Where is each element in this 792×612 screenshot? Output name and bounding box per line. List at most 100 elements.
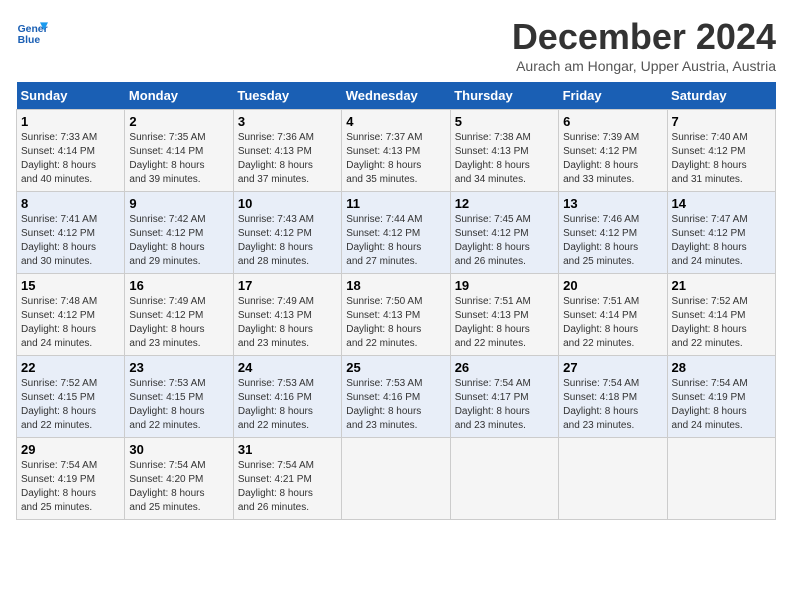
calendar-cell: 5 Sunrise: 7:38 AM Sunset: 4:13 PM Dayli…	[450, 110, 558, 192]
calendar-cell	[667, 438, 775, 520]
day-number: 19	[455, 278, 554, 293]
calendar-cell: 24 Sunrise: 7:53 AM Sunset: 4:16 PM Dayl…	[233, 356, 341, 438]
day-number: 27	[563, 360, 662, 375]
calendar-cell: 23 Sunrise: 7:53 AM Sunset: 4:15 PM Dayl…	[125, 356, 233, 438]
day-info: Sunrise: 7:38 AM Sunset: 4:13 PM Dayligh…	[455, 131, 554, 187]
day-info: Sunrise: 7:54 AM Sunset: 4:21 PM Dayligh…	[238, 459, 337, 515]
day-info: Sunrise: 7:50 AM Sunset: 4:13 PM Dayligh…	[346, 295, 445, 351]
day-number: 1	[21, 114, 120, 129]
day-number: 11	[346, 196, 445, 211]
calendar-cell: 30 Sunrise: 7:54 AM Sunset: 4:20 PM Dayl…	[125, 438, 233, 520]
logo: General Blue	[16, 16, 48, 48]
col-saturday: Saturday	[667, 82, 775, 110]
day-info: Sunrise: 7:48 AM Sunset: 4:12 PM Dayligh…	[21, 295, 120, 351]
title-section: December 2024 Aurach am Hongar, Upper Au…	[512, 16, 776, 74]
calendar-cell: 21 Sunrise: 7:52 AM Sunset: 4:14 PM Dayl…	[667, 274, 775, 356]
day-number: 4	[346, 114, 445, 129]
calendar-cell: 26 Sunrise: 7:54 AM Sunset: 4:17 PM Dayl…	[450, 356, 558, 438]
calendar-row: 1 Sunrise: 7:33 AM Sunset: 4:14 PM Dayli…	[17, 110, 776, 192]
day-number: 24	[238, 360, 337, 375]
calendar-cell	[342, 438, 450, 520]
calendar-row: 15 Sunrise: 7:48 AM Sunset: 4:12 PM Dayl…	[17, 274, 776, 356]
day-info: Sunrise: 7:36 AM Sunset: 4:13 PM Dayligh…	[238, 131, 337, 187]
day-info: Sunrise: 7:45 AM Sunset: 4:12 PM Dayligh…	[455, 213, 554, 269]
day-info: Sunrise: 7:53 AM Sunset: 4:15 PM Dayligh…	[129, 377, 228, 433]
col-sunday: Sunday	[17, 82, 125, 110]
calendar-cell: 15 Sunrise: 7:48 AM Sunset: 4:12 PM Dayl…	[17, 274, 125, 356]
day-number: 2	[129, 114, 228, 129]
day-number: 16	[129, 278, 228, 293]
day-number: 8	[21, 196, 120, 211]
calendar-cell: 29 Sunrise: 7:54 AM Sunset: 4:19 PM Dayl…	[17, 438, 125, 520]
day-info: Sunrise: 7:49 AM Sunset: 4:13 PM Dayligh…	[238, 295, 337, 351]
calendar-cell: 19 Sunrise: 7:51 AM Sunset: 4:13 PM Dayl…	[450, 274, 558, 356]
svg-text:Blue: Blue	[18, 35, 41, 46]
calendar-cell: 4 Sunrise: 7:37 AM Sunset: 4:13 PM Dayli…	[342, 110, 450, 192]
day-number: 9	[129, 196, 228, 211]
month-title: December 2024	[512, 16, 776, 58]
day-info: Sunrise: 7:52 AM Sunset: 4:14 PM Dayligh…	[672, 295, 771, 351]
col-wednesday: Wednesday	[342, 82, 450, 110]
day-number: 15	[21, 278, 120, 293]
day-number: 12	[455, 196, 554, 211]
day-info: Sunrise: 7:40 AM Sunset: 4:12 PM Dayligh…	[672, 131, 771, 187]
calendar-cell: 13 Sunrise: 7:46 AM Sunset: 4:12 PM Dayl…	[559, 192, 667, 274]
calendar-cell: 9 Sunrise: 7:42 AM Sunset: 4:12 PM Dayli…	[125, 192, 233, 274]
day-number: 18	[346, 278, 445, 293]
calendar-row: 22 Sunrise: 7:52 AM Sunset: 4:15 PM Dayl…	[17, 356, 776, 438]
calendar-row: 29 Sunrise: 7:54 AM Sunset: 4:19 PM Dayl…	[17, 438, 776, 520]
calendar-cell: 27 Sunrise: 7:54 AM Sunset: 4:18 PM Dayl…	[559, 356, 667, 438]
day-info: Sunrise: 7:53 AM Sunset: 4:16 PM Dayligh…	[238, 377, 337, 433]
day-info: Sunrise: 7:54 AM Sunset: 4:18 PM Dayligh…	[563, 377, 662, 433]
day-info: Sunrise: 7:37 AM Sunset: 4:13 PM Dayligh…	[346, 131, 445, 187]
day-info: Sunrise: 7:54 AM Sunset: 4:19 PM Dayligh…	[21, 459, 120, 515]
day-info: Sunrise: 7:39 AM Sunset: 4:12 PM Dayligh…	[563, 131, 662, 187]
day-number: 28	[672, 360, 771, 375]
day-info: Sunrise: 7:51 AM Sunset: 4:13 PM Dayligh…	[455, 295, 554, 351]
col-tuesday: Tuesday	[233, 82, 341, 110]
day-number: 26	[455, 360, 554, 375]
day-number: 25	[346, 360, 445, 375]
day-number: 10	[238, 196, 337, 211]
calendar-cell: 16 Sunrise: 7:49 AM Sunset: 4:12 PM Dayl…	[125, 274, 233, 356]
day-info: Sunrise: 7:46 AM Sunset: 4:12 PM Dayligh…	[563, 213, 662, 269]
calendar-cell: 3 Sunrise: 7:36 AM Sunset: 4:13 PM Dayli…	[233, 110, 341, 192]
day-number: 14	[672, 196, 771, 211]
calendar-cell	[450, 438, 558, 520]
header-row: Sunday Monday Tuesday Wednesday Thursday…	[17, 82, 776, 110]
calendar-cell: 10 Sunrise: 7:43 AM Sunset: 4:12 PM Dayl…	[233, 192, 341, 274]
calendar-cell: 20 Sunrise: 7:51 AM Sunset: 4:14 PM Dayl…	[559, 274, 667, 356]
day-info: Sunrise: 7:54 AM Sunset: 4:17 PM Dayligh…	[455, 377, 554, 433]
day-number: 3	[238, 114, 337, 129]
day-number: 17	[238, 278, 337, 293]
location-title: Aurach am Hongar, Upper Austria, Austria	[512, 58, 776, 74]
day-number: 7	[672, 114, 771, 129]
logo-icon: General Blue	[16, 16, 48, 48]
col-monday: Monday	[125, 82, 233, 110]
calendar-cell: 11 Sunrise: 7:44 AM Sunset: 4:12 PM Dayl…	[342, 192, 450, 274]
calendar-cell	[559, 438, 667, 520]
day-info: Sunrise: 7:43 AM Sunset: 4:12 PM Dayligh…	[238, 213, 337, 269]
day-info: Sunrise: 7:47 AM Sunset: 4:12 PM Dayligh…	[672, 213, 771, 269]
calendar-cell: 18 Sunrise: 7:50 AM Sunset: 4:13 PM Dayl…	[342, 274, 450, 356]
calendar-cell: 12 Sunrise: 7:45 AM Sunset: 4:12 PM Dayl…	[450, 192, 558, 274]
calendar-cell: 1 Sunrise: 7:33 AM Sunset: 4:14 PM Dayli…	[17, 110, 125, 192]
calendar-cell: 6 Sunrise: 7:39 AM Sunset: 4:12 PM Dayli…	[559, 110, 667, 192]
day-info: Sunrise: 7:52 AM Sunset: 4:15 PM Dayligh…	[21, 377, 120, 433]
day-info: Sunrise: 7:35 AM Sunset: 4:14 PM Dayligh…	[129, 131, 228, 187]
day-info: Sunrise: 7:44 AM Sunset: 4:12 PM Dayligh…	[346, 213, 445, 269]
day-info: Sunrise: 7:33 AM Sunset: 4:14 PM Dayligh…	[21, 131, 120, 187]
day-info: Sunrise: 7:53 AM Sunset: 4:16 PM Dayligh…	[346, 377, 445, 433]
day-info: Sunrise: 7:42 AM Sunset: 4:12 PM Dayligh…	[129, 213, 228, 269]
calendar-cell: 28 Sunrise: 7:54 AM Sunset: 4:19 PM Dayl…	[667, 356, 775, 438]
day-number: 22	[21, 360, 120, 375]
day-number: 20	[563, 278, 662, 293]
calendar-cell: 2 Sunrise: 7:35 AM Sunset: 4:14 PM Dayli…	[125, 110, 233, 192]
day-info: Sunrise: 7:51 AM Sunset: 4:14 PM Dayligh…	[563, 295, 662, 351]
day-info: Sunrise: 7:41 AM Sunset: 4:12 PM Dayligh…	[21, 213, 120, 269]
calendar-cell: 17 Sunrise: 7:49 AM Sunset: 4:13 PM Dayl…	[233, 274, 341, 356]
day-number: 31	[238, 442, 337, 457]
calendar-cell: 8 Sunrise: 7:41 AM Sunset: 4:12 PM Dayli…	[17, 192, 125, 274]
calendar-table: Sunday Monday Tuesday Wednesday Thursday…	[16, 82, 776, 520]
col-thursday: Thursday	[450, 82, 558, 110]
